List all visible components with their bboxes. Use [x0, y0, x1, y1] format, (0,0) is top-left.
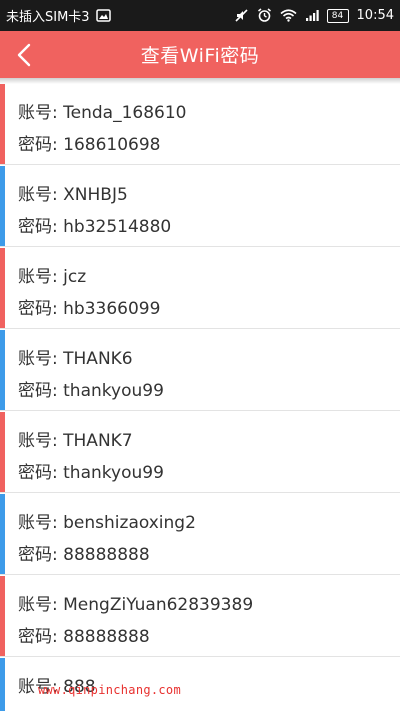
account-value: XNHBJ5 [63, 185, 128, 205]
account-label: 账号: [18, 595, 58, 615]
password-label: 密码: [18, 135, 58, 155]
status-right: 84 10:54 [234, 8, 394, 23]
account-line: 账号: Tenda_168610 [18, 98, 186, 123]
account-value: jcz [63, 267, 87, 287]
password-value: hb3366099 [63, 299, 161, 319]
wifi-icon [280, 9, 297, 22]
wifi-list-item[interactable]: 账号: Tenda_168610 密码: 168610698 [0, 84, 400, 165]
password-label: 密码: [18, 627, 58, 647]
status-left: 未插入SIM卡3 [6, 6, 111, 25]
item-accent-bar [0, 658, 5, 711]
account-value: THANK6 [63, 349, 133, 369]
password-line: 密码: 168610698 [18, 130, 160, 155]
item-accent-bar [0, 248, 5, 328]
password-label: 密码: [18, 299, 58, 319]
password-line: 密码: hb3366099 [18, 294, 160, 319]
item-accent-bar [0, 494, 5, 574]
wifi-list[interactable]: 账号: Tenda_168610 密码: 168610698 账号: XNHBJ… [0, 84, 400, 711]
battery-icon: 84 [326, 8, 349, 23]
password-label: 密码: [18, 545, 58, 565]
account-value: THANK7 [63, 431, 133, 451]
item-accent-bar [0, 84, 5, 164]
password-value: hb32514880 [63, 217, 172, 237]
carrier-text: 未插入SIM卡3 [6, 10, 90, 25]
item-accent-bar [0, 330, 5, 410]
page-title: 查看WiFi密码 [140, 45, 260, 67]
password-value: thankyou99 [63, 463, 164, 483]
back-button[interactable] [4, 31, 44, 78]
password-line: 密码: thankyou99 [18, 376, 164, 401]
account-label: 账号: [18, 103, 58, 123]
password-value: 88888888 [63, 545, 150, 565]
item-accent-bar [0, 412, 5, 492]
item-accent-bar [0, 166, 5, 246]
account-label: 账号: [18, 431, 58, 451]
signal-icon [305, 9, 319, 22]
password-label: 密码: [18, 381, 58, 401]
account-line: 账号: THANK6 [18, 344, 133, 369]
wifi-list-item[interactable]: 账号: THANK6 密码: thankyou99 [0, 330, 400, 411]
mute-icon [234, 8, 249, 23]
item-accent-bar [0, 576, 5, 656]
password-label: 密码: [18, 463, 58, 483]
account-line: 账号: MengZiYuan62839389 [18, 590, 253, 615]
status-bar: 未插入SIM卡3 84 10:54 [0, 0, 400, 31]
wifi-list-item[interactable]: 账号: THANK7 密码: thankyou99 [0, 412, 400, 493]
account-line: 账号: THANK7 [18, 426, 133, 451]
account-line: 账号: jcz [18, 262, 86, 287]
alarm-icon [257, 8, 272, 23]
wifi-list-item[interactable]: 账号: XNHBJ5 密码: hb32514880 [0, 166, 400, 247]
status-time: 10:54 [356, 8, 394, 23]
app-bar: 查看WiFi密码 [0, 31, 400, 78]
account-value: Tenda_168610 [63, 103, 187, 123]
password-line: 密码: thankyou99 [18, 458, 164, 483]
account-label: 账号: [18, 267, 58, 287]
password-value: 88888888 [63, 627, 150, 647]
account-value: MengZiYuan62839389 [63, 595, 254, 615]
password-line: 密码: 88888888 [18, 622, 150, 647]
account-line: 账号: benshizaoxing2 [18, 508, 196, 533]
password-value: 168610698 [63, 135, 161, 155]
password-value: thankyou99 [63, 381, 164, 401]
account-label: 账号: [18, 349, 58, 369]
chevron-left-icon [17, 43, 31, 67]
password-line: 密码: hb32514880 [18, 212, 171, 237]
image-notification-icon [95, 9, 111, 22]
wifi-list-item[interactable]: 账号: jcz 密码: hb3366099 [0, 248, 400, 329]
account-label: 账号: [18, 185, 58, 205]
wifi-list-item[interactable]: 账号: MengZiYuan62839389 密码: 88888888 [0, 576, 400, 657]
password-label: 密码: [18, 217, 58, 237]
watermark-text: www.qinpinchang.com [38, 683, 181, 697]
account-value: benshizaoxing2 [63, 513, 196, 533]
wifi-list-item[interactable]: 账号: benshizaoxing2 密码: 88888888 [0, 494, 400, 575]
account-label: 账号: [18, 513, 58, 533]
password-line: 密码: 88888888 [18, 540, 150, 565]
account-line: 账号: XNHBJ5 [18, 180, 128, 205]
